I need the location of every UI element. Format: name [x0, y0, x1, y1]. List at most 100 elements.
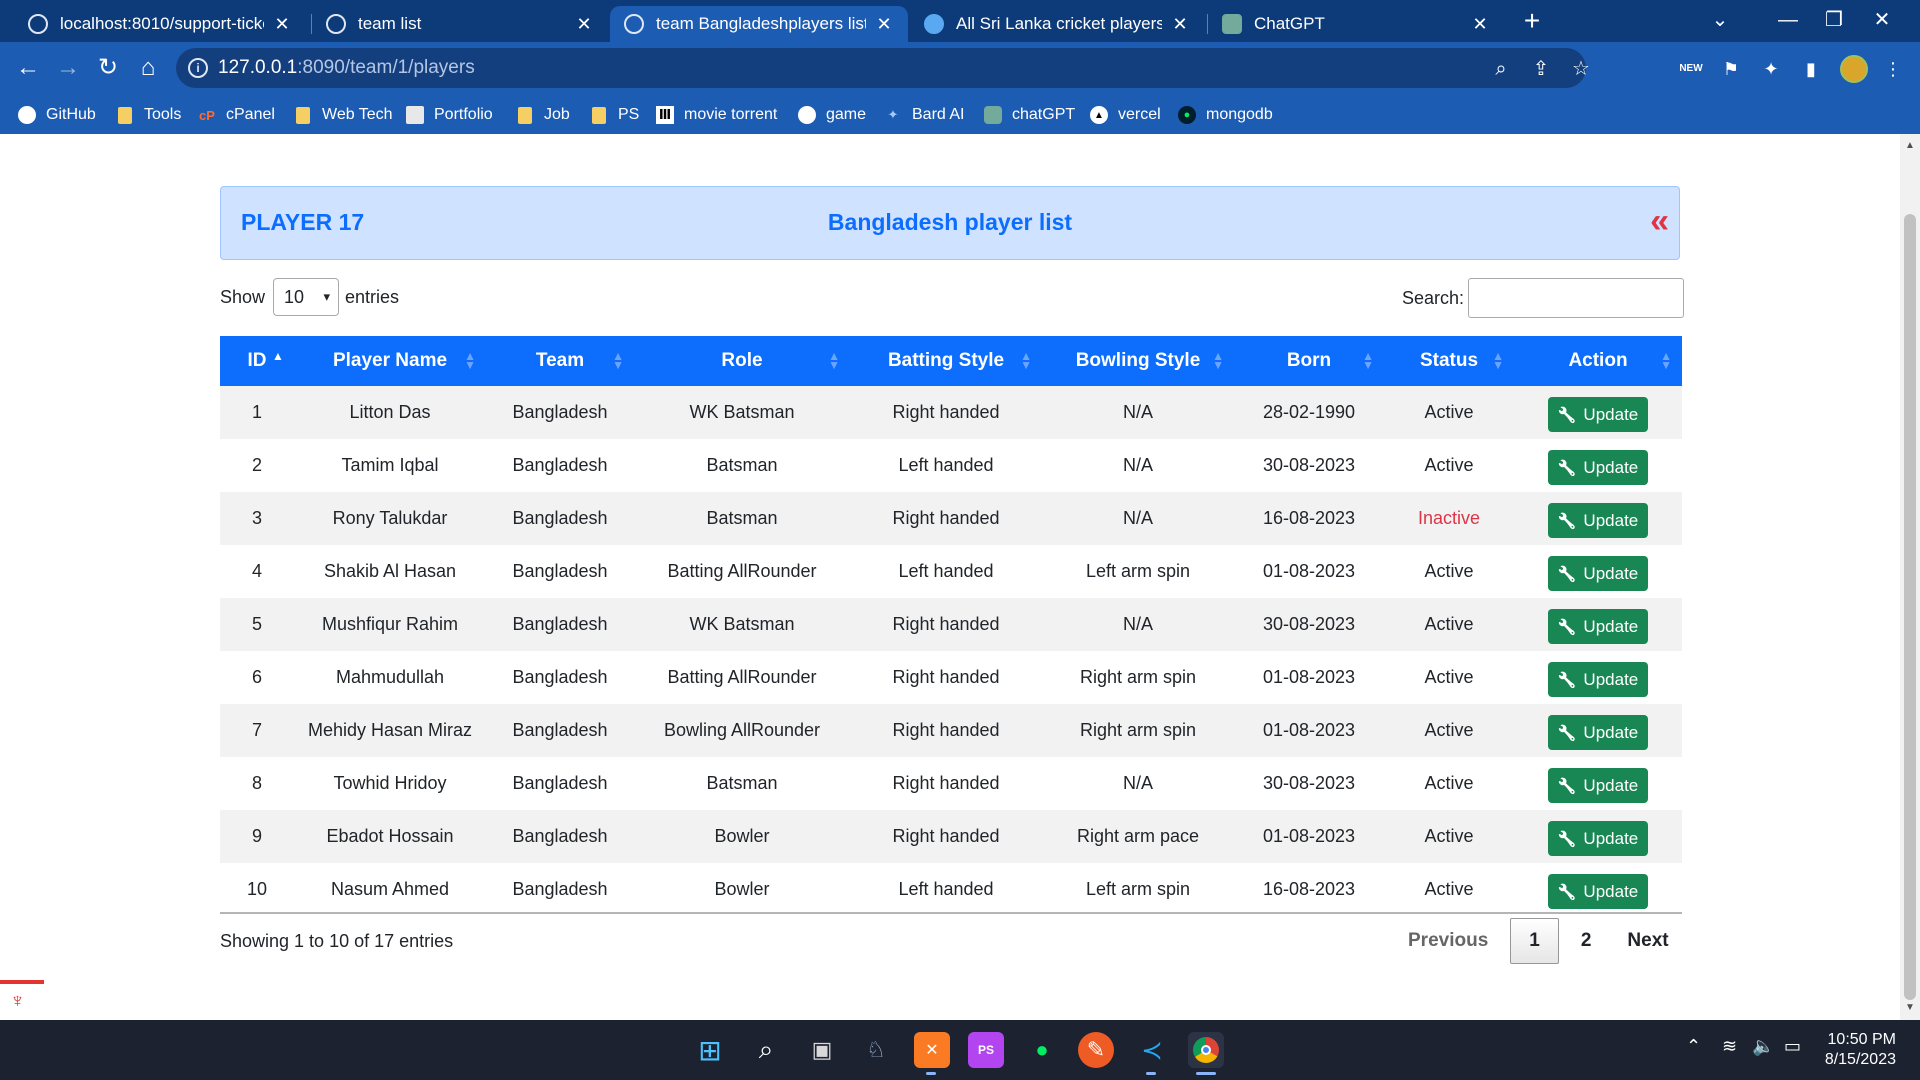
reload-icon[interactable]: ↻: [92, 52, 124, 84]
page-scrollbar[interactable]: ▲ ▼: [1900, 134, 1920, 1020]
cell-team: Bangladesh: [512, 667, 608, 687]
bookmark-mongodb[interactable]: ● mongodb: [1178, 103, 1273, 127]
postman-icon[interactable]: ✎: [1078, 1032, 1114, 1068]
search-input[interactable]: [1468, 278, 1685, 318]
menu-kebab-icon[interactable]: ⋮: [1880, 56, 1906, 82]
browser-tab-team-list[interactable]: team list ✕: [312, 6, 608, 42]
cell-bowling-style: Right arm pace: [1076, 826, 1200, 846]
mongodb-compass-icon[interactable]: ●: [1024, 1032, 1060, 1068]
wrench-icon: 🔧: [1557, 777, 1577, 795]
update-button[interactable]: 🔧 Update: [1547, 556, 1649, 591]
cell-id: 5: [251, 614, 262, 634]
update-button[interactable]: 🔧 Update: [1547, 609, 1649, 644]
new-tab-button[interactable]: +: [1520, 6, 1544, 36]
share-icon[interactable]: ⇪: [1528, 56, 1554, 82]
task-view-icon[interactable]: ▣: [804, 1032, 840, 1068]
column-label: Born: [1286, 350, 1332, 371]
previous-page-button[interactable]: Previous: [1390, 918, 1506, 964]
update-button[interactable]: 🔧 Update: [1547, 715, 1649, 750]
update-button[interactable]: 🔧 Update: [1547, 503, 1649, 538]
entries-select[interactable]: 10 ▾: [273, 278, 340, 316]
scroll-up-arrow-icon[interactable]: ▲: [1905, 140, 1915, 151]
next-page-button[interactable]: Next: [1609, 918, 1686, 964]
column-header-team[interactable]: Team ▲ ▼: [486, 336, 634, 386]
bookmark-portfolio[interactable]: Portfolio: [406, 103, 493, 127]
column-header-action[interactable]: Action ▲ ▼: [1514, 336, 1682, 386]
column-header-id[interactable]: ID ▲: [220, 336, 294, 386]
side-panel-icon[interactable]: ▮: [1798, 56, 1824, 82]
cell-team: Bangladesh: [512, 614, 608, 634]
bookmark-job[interactable]: Job: [516, 103, 570, 127]
update-button[interactable]: 🔧 Update: [1547, 450, 1649, 485]
bookmark-label: vercel: [1118, 106, 1161, 123]
bookmark-cpanel[interactable]: cP cPanel: [198, 103, 275, 127]
back-arrow-icon[interactable]: ←: [12, 52, 44, 84]
column-header-bowling-style[interactable]: Bowling Style ▲ ▼: [1042, 336, 1234, 386]
update-button[interactable]: 🔧 Update: [1547, 768, 1649, 803]
page-button-1[interactable]: 1: [1510, 918, 1559, 964]
laravel-debugbar-icon[interactable]: ♆: [0, 980, 44, 1020]
bookmark-github[interactable]: GitHub: [18, 103, 96, 127]
site-info-icon[interactable]: i: [188, 58, 208, 78]
update-button[interactable]: 🔧 Update: [1547, 821, 1649, 856]
bookmark-web-tech[interactable]: Web Tech: [294, 103, 393, 127]
bookmark-chatgpt[interactable]: chatGPT: [984, 103, 1075, 127]
browser-tab-players-list[interactable]: team Bangladeshplayers list ✕: [610, 6, 908, 42]
bookmark-bard-ai[interactable]: ✦ Bard AI: [884, 103, 965, 127]
windows-start-icon[interactable]: ⊞: [692, 1032, 728, 1068]
close-icon[interactable]: ✕: [272, 14, 292, 35]
bookmark-star-icon[interactable]: ☆: [1568, 56, 1594, 82]
search-icon[interactable]: ⌕: [748, 1032, 784, 1068]
bookmark-movie-torrent[interactable]: Ⅲmovie torrent: [656, 103, 777, 127]
window-close-icon[interactable]: ✕: [1862, 4, 1902, 36]
column-header-batting-style[interactable]: Batting Style ▲ ▼: [850, 336, 1042, 386]
taskbar-clock[interactable]: 10:50 PM 8/15/2023: [1806, 1030, 1896, 1070]
cell-role: Batsman: [706, 508, 778, 528]
update-button[interactable]: 🔧 Update: [1547, 397, 1649, 432]
forward-arrow-icon[interactable]: →: [52, 52, 84, 84]
address-bar[interactable]: i 127.0.0.1:8090/team/1/players ⌕ ⇪ ☆: [176, 48, 1590, 88]
bookmark-ps[interactable]: PS: [590, 103, 639, 127]
close-icon[interactable]: ✕: [874, 14, 894, 35]
update-button[interactable]: 🔧 Update: [1547, 662, 1649, 697]
column-header-born[interactable]: Born ▲ ▼: [1234, 336, 1384, 386]
update-button[interactable]: 🔧 Update: [1547, 874, 1649, 909]
bookmark-vercel[interactable]: ▲ vercel: [1090, 103, 1161, 127]
scroll-down-arrow-icon[interactable]: ▼: [1905, 1002, 1915, 1013]
zoom-icon[interactable]: ⌕: [1488, 56, 1514, 82]
browser-tab-sri-lanka-players[interactable]: All Sri Lanka cricket players, contr ✕: [910, 6, 1204, 42]
column-header-player-name[interactable]: Player Name ▲ ▼: [294, 336, 486, 386]
home-icon[interactable]: ⌂: [132, 52, 164, 84]
vscode-icon[interactable]: ≺: [1134, 1032, 1170, 1068]
extensions-puzzle-icon[interactable]: ✦: [1758, 56, 1784, 82]
restore-icon[interactable]: ❐: [1814, 4, 1854, 36]
bookmark-game[interactable]: game: [798, 103, 866, 127]
volume-icon[interactable]: 🔈: [1752, 1036, 1774, 1057]
close-icon[interactable]: ✕: [1470, 14, 1490, 35]
vercel-icon: ▲: [1090, 106, 1108, 124]
close-icon[interactable]: ✕: [1170, 14, 1190, 35]
bookmark-label: game: [826, 106, 867, 123]
bookmark-tools[interactable]: Tools: [116, 103, 181, 127]
cell-born: 01-08-2023: [1262, 720, 1356, 740]
xampp-icon[interactable]: ✕: [914, 1032, 950, 1068]
profile-avatar[interactable]: [1840, 55, 1868, 83]
wifi-icon[interactable]: ≋: [1722, 1036, 1737, 1057]
close-icon[interactable]: ✕: [574, 14, 594, 35]
browser-tab-support-ticket[interactable]: localhost:8010/support-ticket-fac ✕: [14, 6, 306, 42]
browser-tab-chatgpt[interactable]: ChatGPT ✕: [1208, 6, 1504, 42]
page-button-2[interactable]: 2: [1563, 918, 1610, 964]
postgresql-icon[interactable]: ♘: [858, 1032, 894, 1068]
column-header-role[interactable]: Role ▲ ▼: [634, 336, 850, 386]
new-extension-icon[interactable]: NEW: [1678, 56, 1704, 82]
tab-search-chevron-icon[interactable]: ⌄: [1700, 4, 1740, 36]
extension-flag-icon[interactable]: ⚑: [1718, 56, 1744, 82]
chrome-icon[interactable]: [1188, 1032, 1224, 1068]
scrollbar-thumb[interactable]: [1904, 214, 1916, 1000]
back-double-chevron-icon[interactable]: «: [1650, 203, 1669, 239]
battery-icon[interactable]: ▭: [1784, 1036, 1801, 1057]
minimize-icon[interactable]: —: [1768, 4, 1808, 36]
phpstorm-icon[interactable]: PS: [968, 1032, 1004, 1068]
tray-chevron-up-icon[interactable]: ⌃: [1686, 1036, 1701, 1057]
column-header-status[interactable]: Status ▲ ▼: [1384, 336, 1514, 386]
